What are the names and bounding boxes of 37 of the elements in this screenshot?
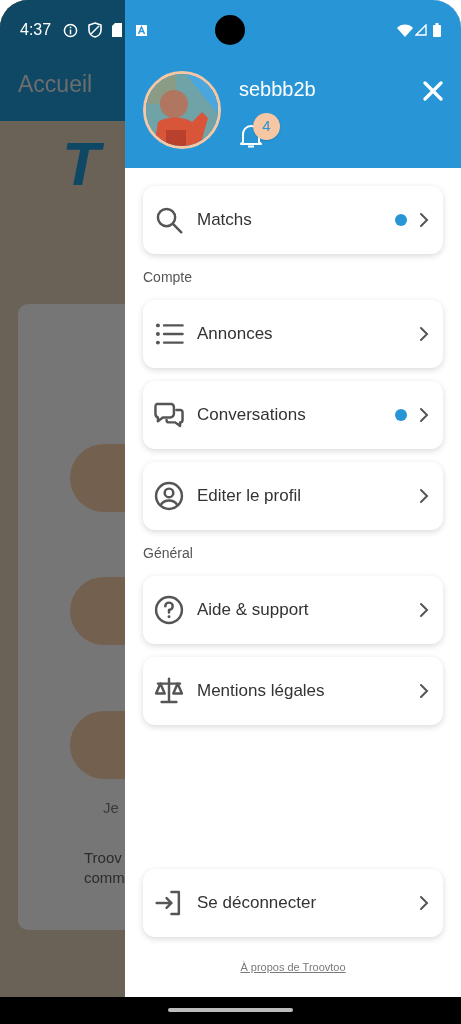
status-time: 4:37 — [20, 20, 52, 40]
shield-icon — [88, 22, 103, 38]
menu-item[interactable]: Annonces — [143, 300, 443, 368]
chevron-icon — [419, 212, 429, 228]
chevron-icon — [419, 488, 429, 504]
app-icon — [136, 24, 148, 36]
body-text: comm — [84, 867, 125, 888]
close-icon[interactable] — [423, 81, 443, 101]
menu-item[interactable]: Mentions légales — [143, 657, 443, 725]
chevron-icon — [419, 602, 429, 618]
section-title: Compte — [143, 268, 194, 287]
battery-icon — [433, 23, 441, 37]
avatar[interactable] — [143, 71, 221, 149]
sd-card-icon — [112, 23, 123, 37]
about-link[interactable]: À propos de Troovtoo — [240, 958, 346, 975]
chevron-icon — [419, 683, 429, 699]
username: sebbb2b — [239, 77, 317, 101]
notification-badge: 4 — [253, 113, 280, 140]
menu-item[interactable]: Editer le profil — [143, 462, 443, 530]
info-icon — [63, 22, 79, 38]
chevron-icon — [419, 894, 429, 911]
wifi-icon — [397, 23, 413, 37]
menu-item[interactable]: Conversations — [143, 381, 443, 449]
user-circle-icon — [153, 480, 185, 512]
help-icon — [153, 594, 185, 626]
menu-item[interactable]: Matchs — [143, 186, 443, 254]
chevron-icon — [419, 326, 429, 342]
logo: T — [62, 132, 104, 195]
body-text: Je — [103, 798, 120, 818]
camera-cutout — [215, 15, 246, 45]
page-title: Accueil — [18, 69, 93, 99]
menu-item[interactable]: Se déconnecter — [143, 868, 443, 937]
menu-item[interactable]: Aide & support — [143, 576, 443, 644]
signal-icon — [415, 24, 427, 36]
chevron-icon — [419, 407, 429, 423]
section-title: Général — [143, 544, 194, 563]
body-text: Troov — [84, 847, 123, 868]
